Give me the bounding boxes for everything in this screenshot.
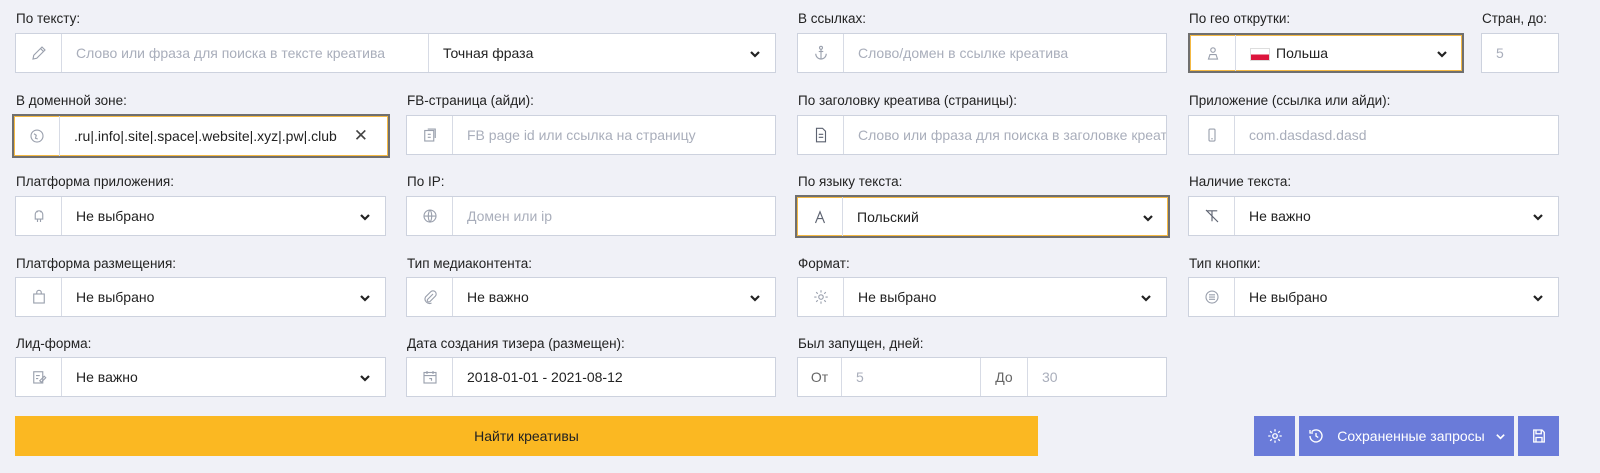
placement-select[interactable]: Не выбрано [15, 277, 386, 317]
gear-icon [1267, 429, 1282, 443]
media-type-label: Тип медиаконтента: [407, 256, 532, 271]
format-select[interactable]: Не выбрано [797, 277, 1167, 317]
countries-input[interactable]: 5 [1481, 33, 1559, 73]
map-user-icon [1190, 35, 1236, 71]
geo-select[interactable]: Польша [1188, 33, 1464, 73]
has-text-label: Наличие текста: [1189, 174, 1292, 189]
days-from-input[interactable]: 5 [842, 358, 981, 396]
lead-form-label: Лид-форма: [16, 336, 92, 351]
calendar-icon [407, 358, 453, 396]
headline-field: Слово или фраза для поиска в заголовке к… [797, 115, 1167, 155]
from-addon: От [798, 358, 842, 396]
app-input[interactable]: com.dasdasd.dasd [1235, 116, 1558, 154]
format-label: Формат: [798, 256, 850, 271]
days-to-input[interactable]: 30 [1028, 358, 1166, 396]
app-field: com.dasdasd.dasd [1188, 115, 1559, 155]
chevron-down-icon [359, 371, 371, 383]
pencil-icon [16, 34, 62, 72]
paperclip-icon [407, 278, 453, 316]
domain-zone-field: .ru|.info|.site|.space|.website|.xyz|.pw… [12, 114, 390, 158]
has-text-select[interactable]: Не важно [1188, 196, 1559, 236]
running-days-field: От 5 До 30 [797, 357, 1167, 397]
fb-page-field: FB page id или ссылка на страницу [406, 115, 776, 155]
links-input[interactable]: Слово/домен в ссылке креатива [844, 34, 1166, 72]
domain-zone-input[interactable]: .ru|.info|.site|.space|.website|.xyz|.pw… [60, 116, 388, 156]
match-mode-select[interactable]: Точная фраза [429, 34, 775, 72]
find-creatives-button[interactable]: Найти креативы [15, 416, 1038, 456]
chevron-down-icon [1532, 210, 1544, 222]
ip-label: По IP: [407, 174, 445, 189]
text-strike-icon [1189, 197, 1235, 235]
globe-icon [14, 116, 60, 156]
anchor-icon [798, 34, 844, 72]
save-query-button[interactable] [1518, 416, 1559, 456]
chevron-down-icon [1140, 291, 1152, 303]
settings-button[interactable] [1254, 416, 1295, 456]
chevron-down-icon [1532, 291, 1544, 303]
ip-input[interactable]: Домен или ip [453, 197, 775, 235]
app-label: Приложение (ссылка или айди): [1189, 93, 1391, 108]
text-search-input[interactable]: Слово или фраза для поиска в тексте креа… [62, 34, 428, 72]
ip-field: Домен или ip [406, 196, 776, 236]
headline-label: По заголовку креатива (страницы): [798, 93, 1018, 108]
chevron-down-icon [1495, 433, 1505, 440]
countries-label: Стран, до: [1482, 11, 1548, 26]
to-addon: До [981, 358, 1028, 396]
fb-page-label: FB-страница (айди): [407, 93, 534, 108]
created-date-label: Дата создания тизера (размещен): [407, 336, 625, 351]
poland-flag-icon [1250, 47, 1270, 61]
language-label: По языку текста: [798, 174, 903, 189]
placement-label: Платформа размещения: [16, 256, 177, 271]
chevron-down-icon [749, 291, 761, 303]
running-days-label: Был запущен, дней: [798, 336, 924, 351]
chevron-down-icon [1436, 47, 1448, 59]
button-type-select[interactable]: Не выбрано [1188, 277, 1559, 317]
geo-label: По гео открутки: [1189, 11, 1291, 26]
chevron-down-icon [749, 47, 761, 59]
app-platform-select[interactable]: Не выбрано [15, 196, 386, 236]
android-icon [16, 197, 62, 235]
globe-ip-icon [407, 197, 453, 235]
lead-form-select[interactable]: Не важно [15, 357, 386, 397]
floppy-disk-icon [1532, 429, 1545, 443]
bag-icon [16, 278, 62, 316]
links-label: В ссылках: [798, 11, 867, 26]
created-date-field: 2018-01-01 - 2021-08-12 [406, 357, 776, 397]
gear-icon [798, 278, 844, 316]
chevron-down-icon [359, 210, 371, 222]
saved-queries-button[interactable]: Сохраненные запросы [1299, 416, 1514, 456]
button-type-label: Тип кнопки: [1189, 256, 1261, 271]
document-icon [798, 116, 844, 154]
text-search-field: Слово или фраза для поиска в тексте креа… [15, 33, 776, 73]
phone-icon [1189, 116, 1235, 154]
history-icon [1309, 429, 1323, 443]
chevron-down-icon [1142, 211, 1154, 223]
text-search-label: По тексту: [16, 11, 81, 26]
font-icon [797, 197, 843, 236]
clear-icon[interactable]: ✕ [354, 126, 368, 146]
edit-form-icon [16, 358, 62, 396]
app-platform-label: Платформа приложения: [16, 174, 174, 189]
links-field: Слово/домен в ссылке креатива [797, 33, 1167, 73]
saved-queries-label: Сохраненные запросы [1337, 428, 1485, 444]
date-range-input[interactable]: 2018-01-01 - 2021-08-12 [453, 358, 775, 396]
list-circle-icon [1189, 278, 1235, 316]
fb-page-icon [407, 116, 453, 154]
fb-page-input[interactable]: FB page id или ссылка на страницу [453, 116, 775, 154]
language-select[interactable]: Польский [795, 195, 1170, 238]
domain-zone-label: В доменной зоне: [16, 93, 127, 108]
headline-input[interactable]: Слово или фраза для поиска в заголовке к… [844, 116, 1166, 154]
chevron-down-icon [359, 291, 371, 303]
media-type-select[interactable]: Не важно [406, 277, 776, 317]
